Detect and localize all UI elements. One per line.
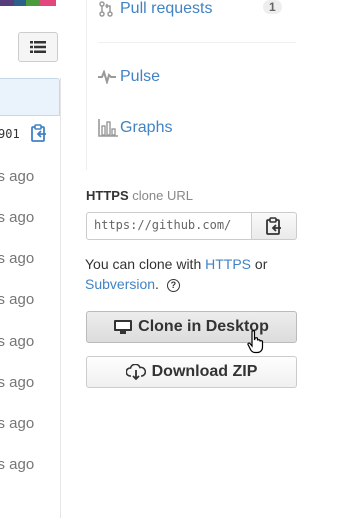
question-icon[interactable]: ? <box>166 279 180 292</box>
commit-age: ys ago <box>0 415 35 432</box>
list-view-button[interactable] <box>18 32 58 62</box>
nav-pull-requests[interactable]: Pull requests <box>98 0 213 18</box>
nav-graphs-label: Graphs <box>120 119 173 136</box>
language-bar-segment <box>14 0 26 6</box>
clone-help-text: You can clone with HTTPS or Subversion. … <box>85 254 297 294</box>
language-bar-segment <box>40 0 56 6</box>
cloud-download-icon <box>125 364 146 380</box>
commit-age: ys ago <box>0 291 35 308</box>
download-zip-label: Download ZIP <box>151 363 258 380</box>
pull-requests-counter: 1 <box>263 0 282 14</box>
hand-pointer-icon <box>247 330 265 359</box>
nav-pull-requests-label: Pull requests <box>120 0 213 17</box>
clipboard-icon[interactable] <box>30 124 48 147</box>
clipboard-icon <box>266 217 281 235</box>
commit-age: ys ago <box>0 333 35 350</box>
commit-panel: 901 ys ago ys ago ys ago ys ago ys ago y… <box>0 78 61 518</box>
nav-divider <box>98 42 296 43</box>
pulse-icon <box>98 70 120 84</box>
copy-clone-url-button[interactable] <box>252 212 297 240</box>
https-link[interactable]: HTTPS <box>205 256 251 272</box>
commit-sha[interactable]: 901 <box>0 127 20 141</box>
help-or: or <box>254 256 268 272</box>
nav-pulse-label: Pulse <box>120 68 161 85</box>
help-prefix: You can clone with <box>85 256 202 272</box>
list-icon <box>30 41 46 53</box>
subversion-link[interactable]: Subversion <box>85 276 155 292</box>
commit-age: ys ago <box>0 456 35 473</box>
commit-age: ys ago <box>0 168 35 185</box>
commit-age: ys ago <box>0 374 35 391</box>
clone-url-input[interactable]: https://github.com/ <box>86 212 252 240</box>
nav-graphs[interactable]: Graphs <box>98 119 172 137</box>
language-bar-segment <box>0 0 14 6</box>
clone-in-desktop-button[interactable]: Clone in Desktop <box>86 311 297 343</box>
download-zip-button[interactable]: Download ZIP <box>86 356 297 388</box>
graph-icon <box>98 119 120 137</box>
language-bar <box>0 0 56 16</box>
help-period: . <box>155 276 159 292</box>
language-bar-segment <box>26 0 40 6</box>
pull-request-icon <box>98 1 120 17</box>
clone-label: clone URL <box>132 188 193 203</box>
commit-age: ys ago <box>0 250 35 267</box>
latest-commit-row: 901 <box>0 118 60 150</box>
commit-panel-header <box>0 78 60 116</box>
commit-age: ys ago <box>0 209 35 226</box>
monitor-icon <box>114 320 133 334</box>
nav-pulse[interactable]: Pulse <box>98 68 160 86</box>
clone-protocol[interactable]: HTTPS <box>86 188 129 203</box>
clone-url-heading: HTTPS clone URL <box>86 188 193 203</box>
